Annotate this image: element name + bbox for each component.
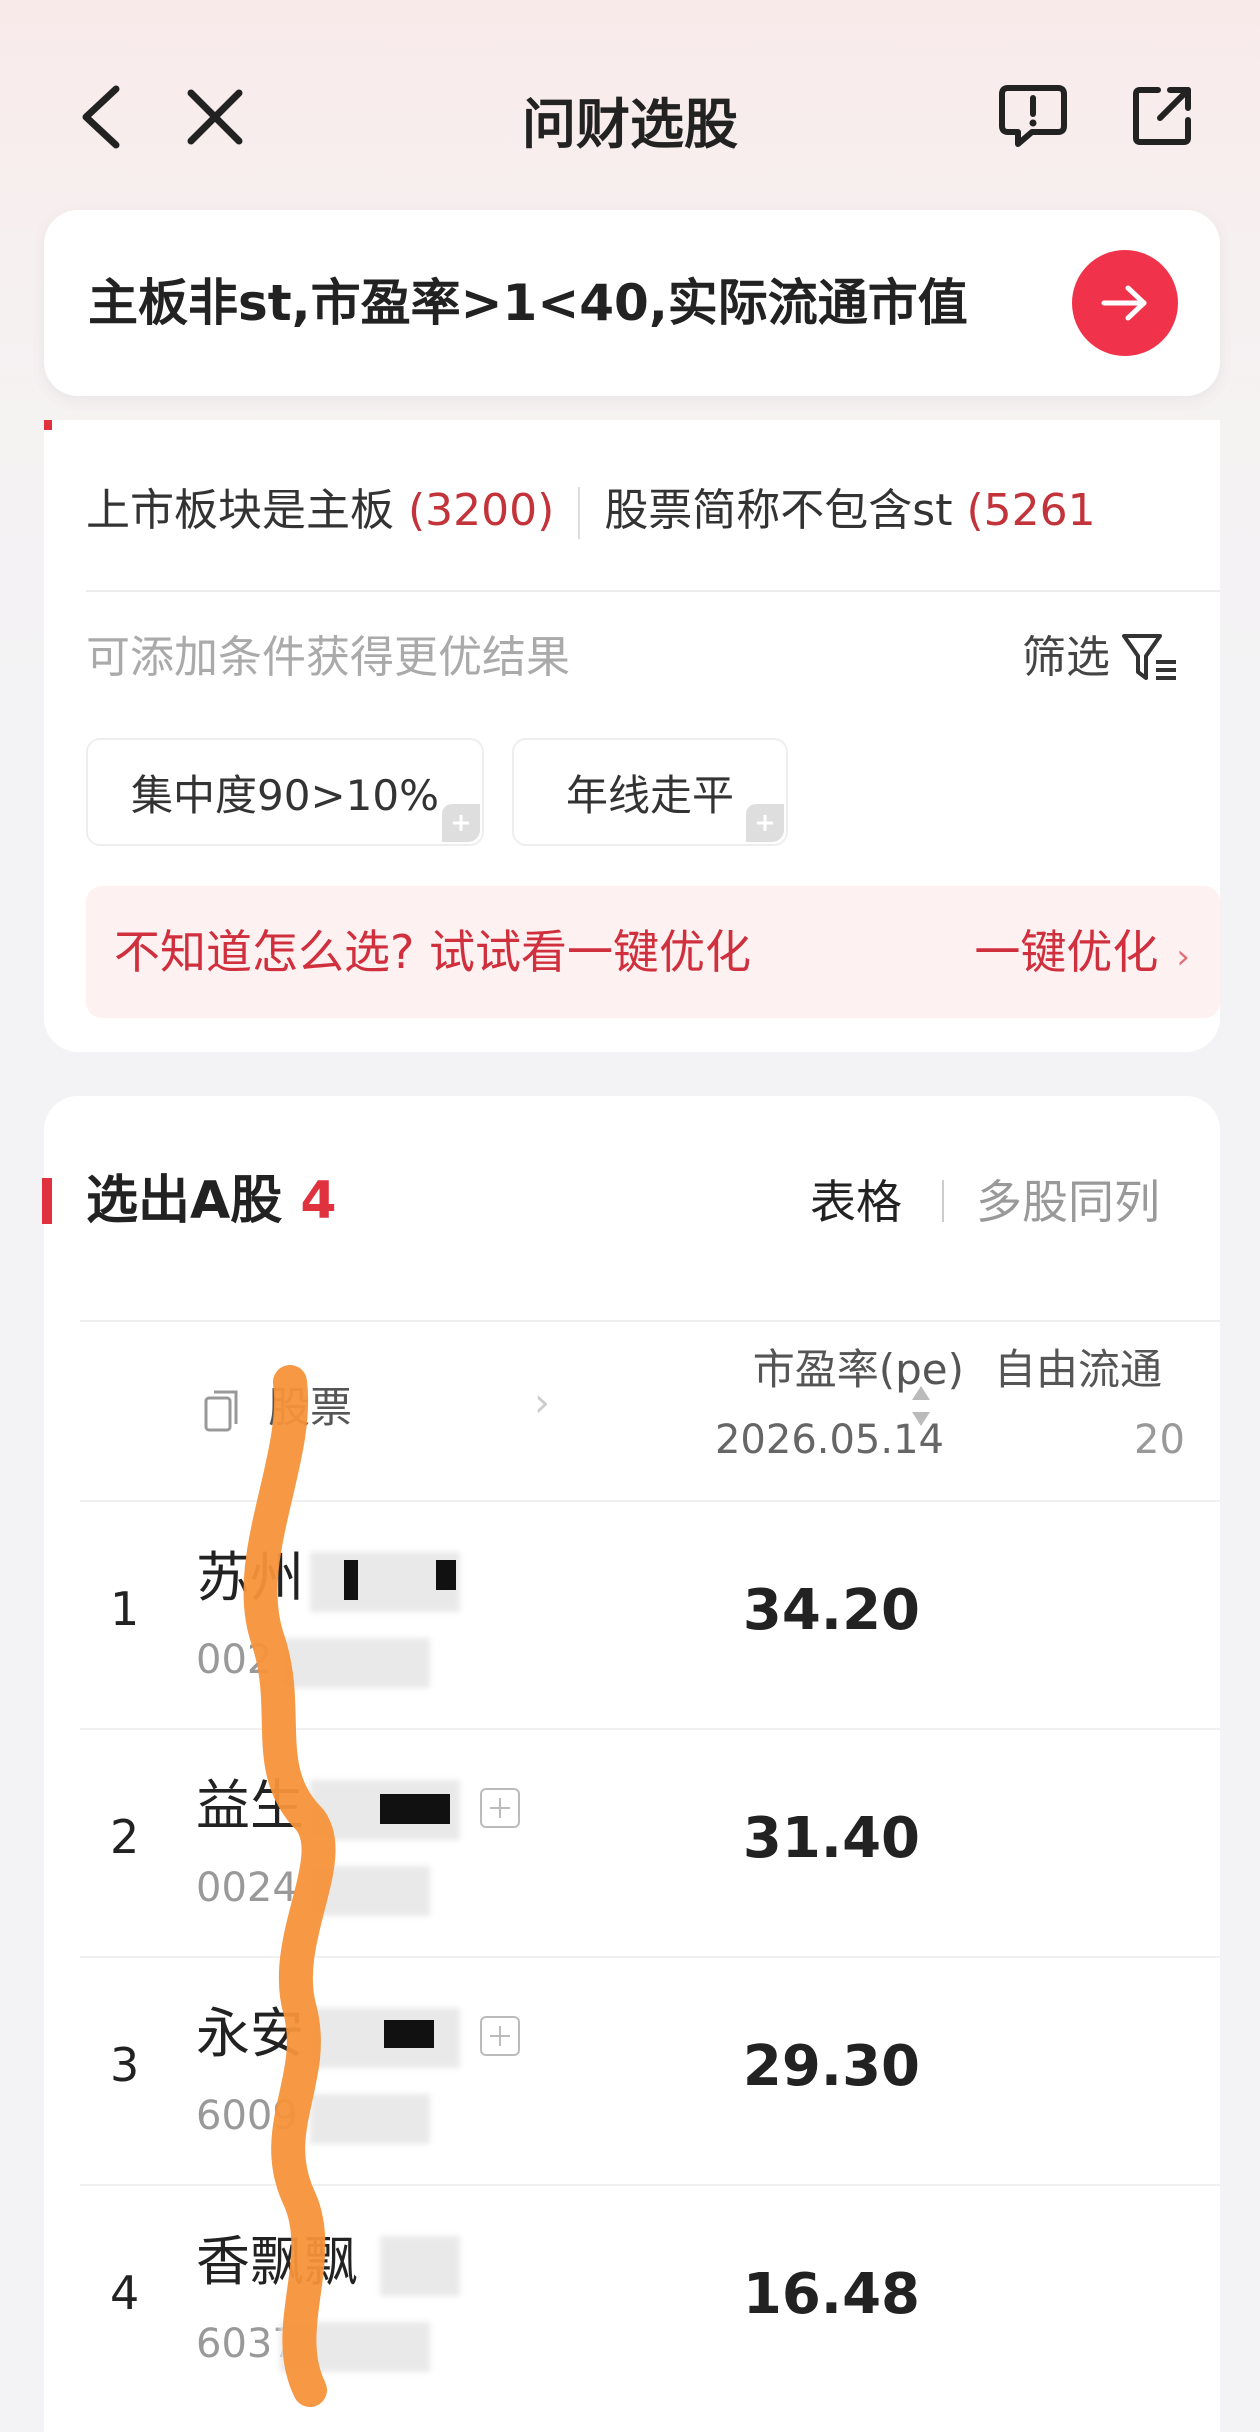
chevron-right-icon: › [1176, 937, 1190, 977]
pe-value: 29.30 [742, 2034, 920, 2099]
scroll-hint-icon: › [534, 1380, 550, 1426]
chip-label: 年线走平 [565, 770, 734, 820]
column-header-pe-date: 2026.05.14 [714, 1417, 944, 1463]
redacted-blur [310, 1866, 430, 1916]
optimize-button-label: 一键优化 [974, 925, 1159, 979]
results-card: 选出A股 4 表格 多股同列 股票 › 市盈率(pe) 2026.05.14 自… [42, 1096, 1220, 2432]
condition-count: (3200) [408, 485, 555, 536]
redacted-blur [280, 2322, 430, 2372]
condition-label: 股票简称不包含st [604, 485, 953, 536]
stock-name: 永安 [196, 2002, 304, 2065]
pe-value: 34.20 [742, 1578, 920, 1643]
query-text[interactable]: 主板非st,市盈率>1<40,实际流通市值 [88, 270, 1068, 336]
divider [86, 590, 1220, 592]
suggested-chip[interactable]: 集中度90>10% [86, 738, 484, 846]
table-header-border [80, 1320, 1220, 1322]
feedback-icon [999, 85, 1067, 147]
column-header-free-float[interactable]: 自由流通 [994, 1340, 1220, 1400]
row-index: 1 [110, 1582, 140, 1636]
condition-label: 上市板块是主板 [86, 485, 394, 536]
add-to-watchlist-icon[interactable] [480, 2016, 520, 2056]
redacted-blur [280, 1638, 430, 1688]
stock-name: 香飘飘 [196, 2230, 358, 2293]
row-index: 3 [110, 2038, 140, 2092]
plus-icon [746, 804, 784, 842]
table-row[interactable]: 3 永安 6009 29.30 [80, 1956, 1220, 2184]
stock-name: 益生 [196, 1774, 304, 1837]
section-marker [44, 420, 52, 430]
view-separator [942, 1180, 944, 1222]
sort-icon[interactable] [910, 1384, 932, 1428]
filter-button[interactable]: 筛选 [1022, 626, 1110, 690]
plus-icon [442, 804, 480, 842]
feedback-button[interactable] [988, 70, 1078, 160]
query-submit-button[interactable] [1072, 250, 1178, 356]
redacted-blur [310, 2094, 430, 2144]
copy-icon[interactable] [202, 1386, 242, 1436]
redacted-blur [380, 2236, 460, 2296]
filter-icon[interactable] [1120, 630, 1180, 686]
redaction-mark [344, 1560, 358, 1600]
suggested-chip[interactable]: 年线走平 [512, 738, 788, 846]
add-to-watchlist-icon[interactable] [480, 1788, 520, 1828]
row-index: 4 [110, 2266, 140, 2320]
column-header-free-float-date: 20 [1134, 1417, 1185, 1463]
stock-code: 0024 [196, 1865, 298, 1911]
redaction-mark [436, 1560, 456, 1590]
results-title: 选出A股 4 [86, 1166, 337, 1236]
table-row[interactable]: 4 香飘飘 6037 16.48 [80, 2184, 1220, 2412]
add-condition-hint: 可添加条件获得更优结果 [86, 632, 570, 683]
arrow-right-icon [1101, 285, 1147, 321]
view-tab-multi[interactable]: 多股同列 [976, 1170, 1160, 1234]
column-header-stock[interactable]: 股票 [268, 1378, 352, 1438]
condition-separator [578, 487, 581, 539]
results-count: 4 [300, 1171, 337, 1231]
results-title-text: 选出A股 [86, 1171, 283, 1231]
query-bar[interactable]: 主板非st,市盈率>1<40,实际流通市值 [44, 210, 1220, 396]
conditions-card: 上市板块是主板 (3200) 股票简称不包含st (5261 可添加条件获得更优结… [44, 420, 1220, 1052]
pe-value: 16.48 [742, 2262, 920, 2327]
condition-item[interactable]: 上市板块是主板 (3200) [86, 485, 554, 536]
optimize-button[interactable]: 一键优化 › [974, 918, 1190, 991]
stock-code: 6009 [196, 2093, 298, 2139]
view-tab-table[interactable]: 表格 [810, 1170, 902, 1234]
table-row[interactable]: 1 苏州 002 34.20 [80, 1500, 1220, 1728]
stock-code: 002 [196, 1637, 273, 1683]
redaction-mark [380, 1794, 450, 1824]
optimize-banner[interactable]: 不知道怎么选? 试试看一键优化 一键优化 › [86, 886, 1220, 1018]
redaction-mark [384, 2020, 434, 2048]
pe-value: 31.40 [742, 1806, 920, 1871]
condition-item[interactable]: 股票简称不包含st (5261 [604, 485, 1095, 536]
section-marker [42, 1178, 52, 1224]
share-icon [1133, 87, 1191, 145]
stock-name: 苏州 [196, 1546, 304, 1609]
chip-label: 集中度90>10% [131, 770, 439, 820]
share-button[interactable] [1118, 70, 1208, 160]
condition-list: 上市板块是主板 (3200) 股票简称不包含st (5261 [86, 476, 1220, 546]
optimize-hint: 不知道怎么选? 试试看一键优化 [114, 925, 752, 979]
table-row[interactable]: 2 益生 0024 31.40 [80, 1728, 1220, 1956]
row-index: 2 [110, 1810, 140, 1864]
condition-count: (5261 [966, 485, 1096, 536]
